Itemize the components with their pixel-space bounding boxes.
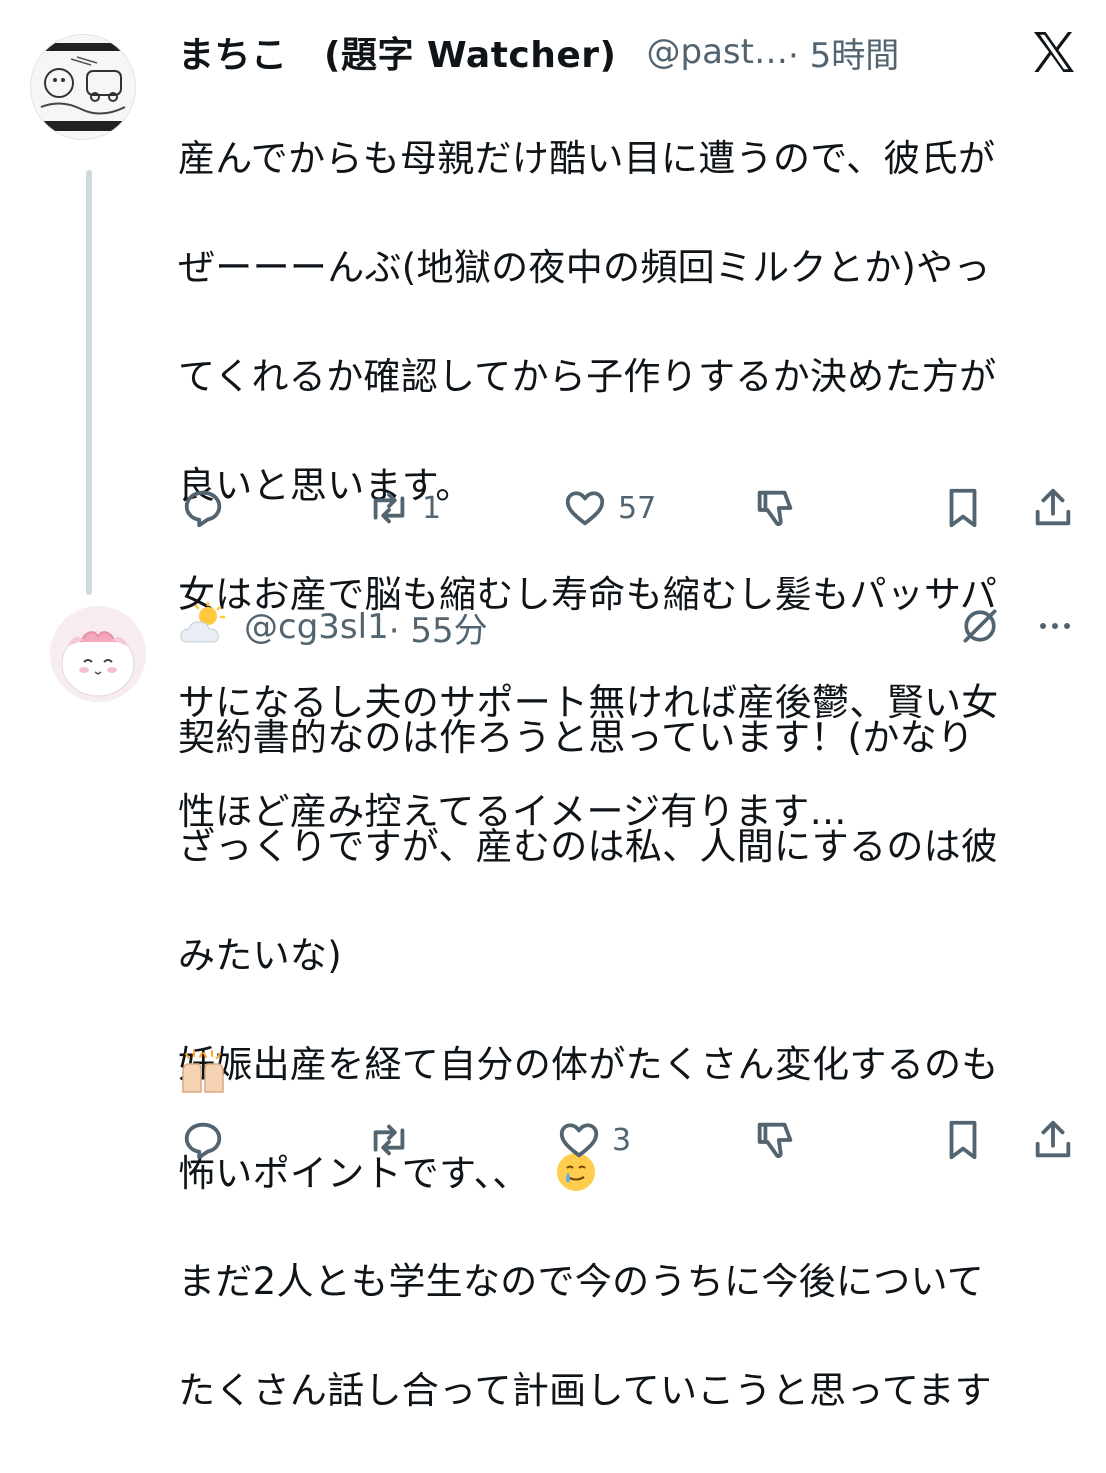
bookmark-button[interactable] [940, 1112, 986, 1168]
reply-button[interactable] [180, 480, 226, 536]
like-count: 57 [618, 490, 657, 526]
share-icon [1035, 488, 1071, 526]
reply-button[interactable] [180, 1112, 226, 1168]
dislike-button[interactable] [752, 1112, 798, 1168]
grok-icon[interactable] [958, 604, 1002, 648]
x-logo-icon [1034, 32, 1074, 72]
like-count: 3 [612, 1122, 632, 1158]
share-button[interactable] [1030, 1112, 1076, 1168]
character-avatar-image [50, 606, 146, 702]
reply-icon [184, 490, 222, 528]
tweet-line: たくさん話し合って計画していこうと思ってます [178, 1369, 992, 1413]
timestamp[interactable]: · 5時間 [788, 28, 899, 77]
tweet-line: 妊娠出産を経て自分の体がたくさん変化するのも [178, 1042, 999, 1086]
retweet-button[interactable] [366, 1112, 412, 1168]
user-handle[interactable]: @cg3sl1 [244, 607, 389, 647]
manga-avatar-image [31, 35, 135, 139]
dislike-button[interactable] [752, 480, 798, 536]
display-name[interactable]: まちこ (題字 Watcher) [178, 26, 617, 78]
dislike-icon [757, 490, 793, 527]
bookmark-icon [949, 1120, 977, 1160]
heart-icon [559, 1123, 599, 1158]
retweet-button[interactable]: 1 [366, 480, 441, 536]
tweet2-actions: 3 [0, 1112, 1106, 1168]
tweet-line: 産んでからも母親だけ酷い目に遭うので、彼氏が [178, 137, 996, 181]
tweet1-actions: 1 57 [0, 480, 1106, 536]
like-button[interactable]: 57 [562, 480, 656, 536]
reply-icon [184, 1122, 222, 1160]
more-icon[interactable] [1033, 612, 1077, 640]
tweet-line: まだ2人とも学生なので今のうちに今後について [178, 1260, 985, 1304]
retweet-icon [373, 492, 405, 524]
tweet-line: てくれるか確認してから子作りするか決めた方が [178, 355, 997, 399]
tweet-line: ざっくりですが、産むのは私、人間にするのは彼 [178, 825, 999, 869]
tweet-line: ぜーーーんぶ(地獄の夜中の頻回ミルクとか)やっ [178, 246, 991, 290]
retweet-count: 1 [422, 490, 442, 526]
user-handle[interactable]: @past… [647, 32, 788, 72]
avatar[interactable] [50, 606, 146, 702]
bookmark-button[interactable] [940, 480, 986, 536]
sun-behind-cloud-icon [180, 602, 226, 643]
timestamp[interactable]: · 55分 [389, 603, 488, 652]
share-button[interactable] [1030, 480, 1076, 536]
tweet-line: みたいな) [178, 934, 342, 978]
tweet1-header: まちこ (題字 Watcher) @past… · 5時間 [178, 24, 899, 80]
share-icon [1035, 1120, 1071, 1158]
tweet-line: 契約書的なのは作ろうと思っています！(かなり [178, 716, 975, 760]
raising-hands-icon [182, 1050, 224, 1093]
avatar[interactable] [30, 34, 136, 140]
retweet-icon [373, 1124, 405, 1156]
heart-icon [565, 491, 605, 526]
like-button[interactable]: 3 [556, 1112, 631, 1168]
tweet2-header: @cg3sl1 · 55分 [244, 600, 488, 654]
tweet2-text: 契約書的なのは作ろうと思っています！(かなり ざっくりですが、産むのは私、人間に… [178, 657, 999, 1473]
bookmark-icon [949, 488, 977, 528]
dislike-icon [757, 1122, 793, 1159]
